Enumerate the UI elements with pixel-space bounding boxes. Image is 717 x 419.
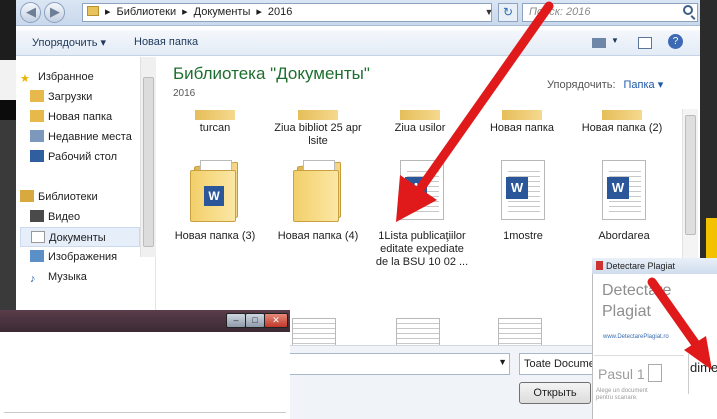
- arrow-to-document: [396, 1, 554, 222]
- annotation-arrows: [396, 1, 712, 370]
- arrow-to-plagiat: [647, 277, 712, 370]
